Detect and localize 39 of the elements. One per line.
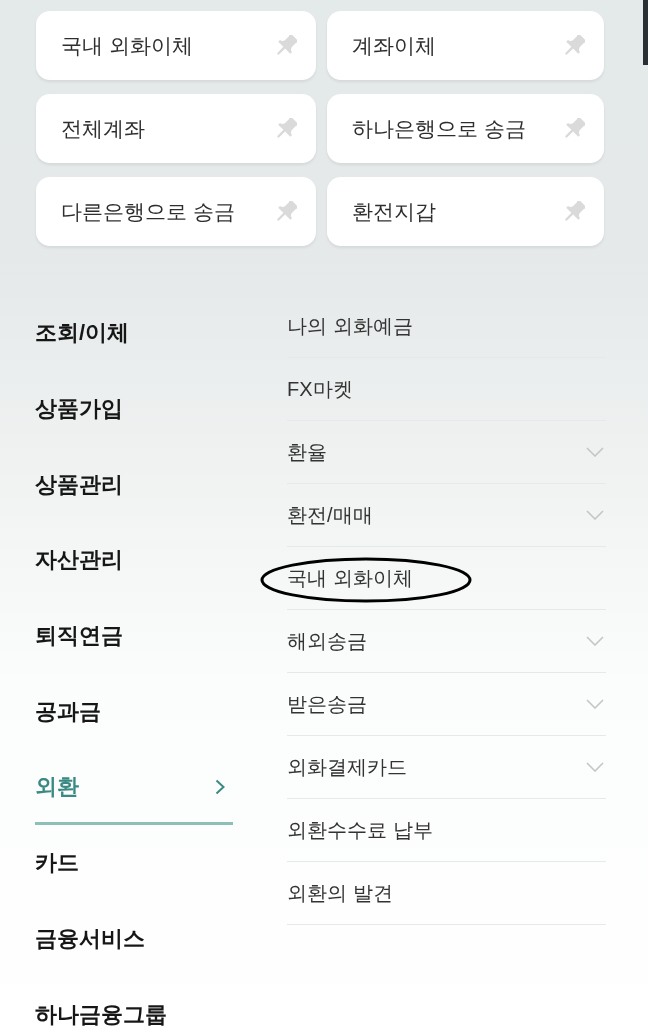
category-menu-item[interactable]: 조회/이체	[35, 295, 233, 371]
category-menu-item[interactable]: 자산관리	[35, 522, 233, 598]
submenu-item[interactable]: 외환의 발견	[287, 862, 606, 924]
pin-icon[interactable]	[275, 117, 297, 140]
submenu-item[interactable]: FX마켓	[287, 358, 606, 420]
pin-icon[interactable]	[563, 200, 585, 223]
submenu-item[interactable]: 외환수수료 납부	[287, 799, 606, 861]
shortcut-card[interactable]: 계좌이체	[327, 11, 604, 80]
category-menu-item[interactable]: 금융서비스	[35, 900, 233, 977]
shortcut-card[interactable]: 국내 외화이체	[36, 11, 316, 80]
shortcut-card[interactable]: 환전지갑	[327, 177, 604, 246]
submenu-item[interactable]: 환율	[287, 421, 606, 483]
category-menu-item[interactable]: 퇴직연금	[35, 597, 233, 674]
submenu-item[interactable]: 국내 외화이체	[287, 547, 606, 609]
chevron-right-icon	[215, 778, 225, 795]
submenu-item[interactable]: 나의 외화예금	[287, 295, 606, 357]
submenu-item[interactable]: 해외송금	[287, 610, 606, 672]
category-menu-item[interactable]: 상품가입	[35, 370, 233, 447]
submenu-item[interactable]: 환전/매매	[287, 484, 606, 546]
scrollbar-thumb[interactable]	[643, 0, 648, 65]
shortcut-card[interactable]: 전체계좌	[36, 94, 316, 163]
chevron-down-icon	[586, 510, 604, 520]
pin-icon[interactable]	[563, 117, 585, 140]
pin-icon[interactable]	[275, 34, 297, 57]
shortcut-card[interactable]: 다른은행으로 송금	[36, 177, 316, 246]
category-menu-item[interactable]: 하나금융그룹	[35, 976, 233, 1032]
category-menu-item[interactable]: 외환	[35, 749, 233, 825]
category-menu-item[interactable]: 카드	[35, 824, 233, 901]
chevron-down-icon	[586, 636, 604, 646]
submenu-item[interactable]: 받은송금	[287, 673, 606, 735]
chevron-down-icon	[586, 762, 604, 772]
pin-icon[interactable]	[275, 200, 297, 223]
pin-icon[interactable]	[563, 34, 585, 57]
chevron-down-icon	[586, 699, 604, 709]
chevron-down-icon	[586, 447, 604, 457]
shortcut-card[interactable]: 하나은행으로 송금	[327, 94, 604, 163]
submenu-item[interactable]: 외화결제카드	[287, 736, 606, 798]
category-menu-item[interactable]: 상품관리	[35, 446, 233, 523]
category-menu-item[interactable]: 공과금	[35, 673, 233, 750]
